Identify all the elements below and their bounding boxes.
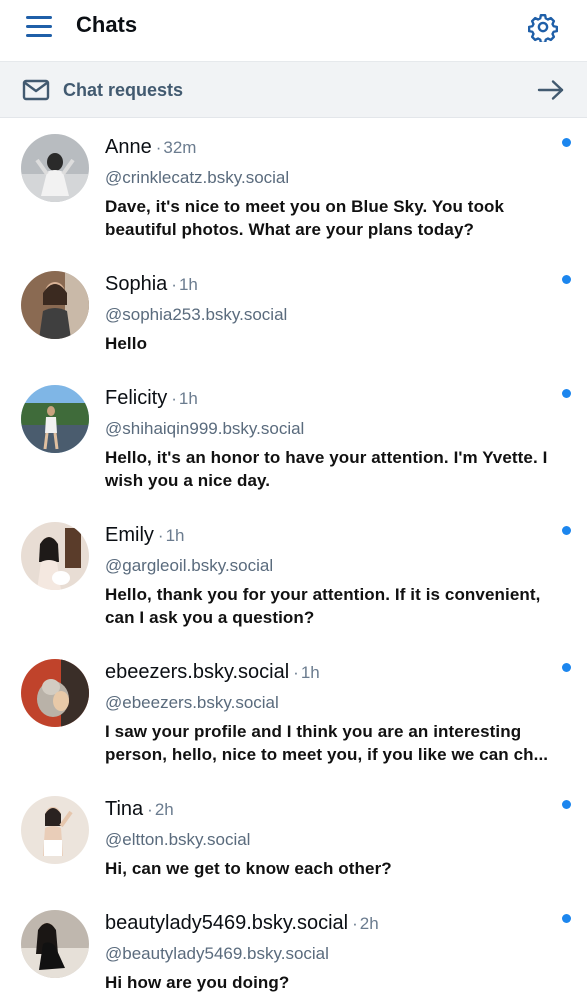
chat-header: beautylady5469.bsky.social · 2h (105, 912, 379, 935)
timestamp: 32m (163, 138, 197, 157)
unread-dot (562, 663, 571, 672)
envelope-icon (22, 79, 50, 101)
separator: · (171, 389, 177, 408)
chat-item-emily[interactable]: Emily · 1h @gargleoil.bsky.social Hello, t… (0, 506, 587, 643)
arrow-right-icon (537, 79, 565, 101)
chat-header: Tina · 2h (105, 798, 174, 821)
chat-requests-button[interactable]: Chat requests (0, 61, 587, 118)
sender-handle: @shihaiqin999.bsky.social (105, 419, 305, 438)
avatar (21, 271, 89, 339)
sender-name: Sophia (105, 273, 168, 295)
avatar (21, 134, 89, 202)
unread-dot (562, 275, 571, 284)
chat-item-tina[interactable]: Tina · 2h @eltton.bsky.social Hi, can we g… (0, 780, 587, 894)
separator: · (352, 914, 358, 933)
message-preview: Hi, can we get to know each other? (105, 859, 392, 878)
message-preview: Hi how are you doing? (105, 973, 290, 992)
chat-item-felicity[interactable]: Felicity · 1h @shihaiqin999.bsky.social He… (0, 369, 587, 506)
sender-name: Anne (105, 136, 152, 158)
unread-dot (562, 138, 571, 147)
sender-handle: @eltton.bsky.social (105, 830, 251, 849)
sender-handle: @beautylady5469.bsky.social (105, 944, 329, 963)
avatar (21, 659, 89, 727)
chat-item-ebeezers[interactable]: ebeezers.bsky.social · 1h @ebeezers.bsky.s… (0, 643, 587, 780)
avatar (21, 910, 89, 978)
chat-item-sophia[interactable]: Sophia · 1h @sophia253.bsky.social Hello (0, 255, 587, 369)
page-title: Chats (76, 12, 138, 37)
timestamp: 1h (300, 663, 320, 682)
avatar (21, 385, 89, 453)
chat-requests-label: Chat requests (63, 80, 184, 100)
sender-name: Emily (105, 524, 154, 546)
chat-header: Emily · 1h (105, 524, 184, 547)
separator: · (157, 526, 164, 545)
sender-handle: @sophia253.bsky.social (105, 305, 288, 324)
chat-item-beautylady5469[interactable]: beautylady5469.bsky.social · 2h @beautylad… (0, 894, 587, 1000)
sender-name: Felicity (105, 387, 168, 409)
sender-handle: @crinklecatz.bsky.social (105, 168, 290, 187)
unread-dot (562, 389, 571, 398)
gear-icon[interactable] (527, 12, 559, 45)
sender-handle: @ebeezers.bsky.social (105, 693, 279, 712)
avatar (21, 796, 89, 864)
timestamp: 2h (154, 800, 174, 819)
separator: · (155, 138, 162, 157)
timestamp: 1h (165, 526, 185, 545)
separator: · (171, 275, 177, 294)
chat-header: Felicity · 1h (105, 387, 198, 410)
chat-header: Sophia · 1h (105, 273, 198, 296)
avatar (21, 522, 89, 590)
message-preview: Dave, it's nice to meet you on Blue Sky.… (105, 197, 505, 239)
separator: · (293, 663, 299, 682)
chat-header: Anne · 32m (105, 136, 196, 159)
sender-name: ebeezers.bsky.social (105, 661, 290, 683)
message-preview: Hello, it's an honor to have your attent… (105, 448, 548, 490)
unread-dot (562, 914, 571, 923)
message-preview: Hello (105, 334, 148, 353)
sender-handle: @gargleoil.bsky.social (105, 556, 274, 575)
chat-item-anne[interactable]: Anne · 32m @crinklecatz.bsky.social Dave, … (0, 118, 587, 255)
timestamp: 2h (359, 914, 379, 933)
message-preview: I saw your profile and I think you are a… (105, 722, 549, 764)
message-preview: Hello, thank you for your attention. If … (105, 585, 541, 627)
sender-name: beautylady5469.bsky.social (105, 912, 349, 934)
top-bar: Chats (0, 0, 587, 60)
sender-name: Tina (105, 798, 144, 820)
hamburger-menu-icon[interactable] (26, 15, 53, 39)
unread-dot (562, 526, 571, 535)
separator: · (147, 800, 153, 819)
timestamp: 1h (178, 275, 198, 294)
unread-dot (562, 800, 571, 809)
chat-header: ebeezers.bsky.social · 1h (105, 661, 320, 684)
timestamp: 1h (178, 389, 198, 408)
